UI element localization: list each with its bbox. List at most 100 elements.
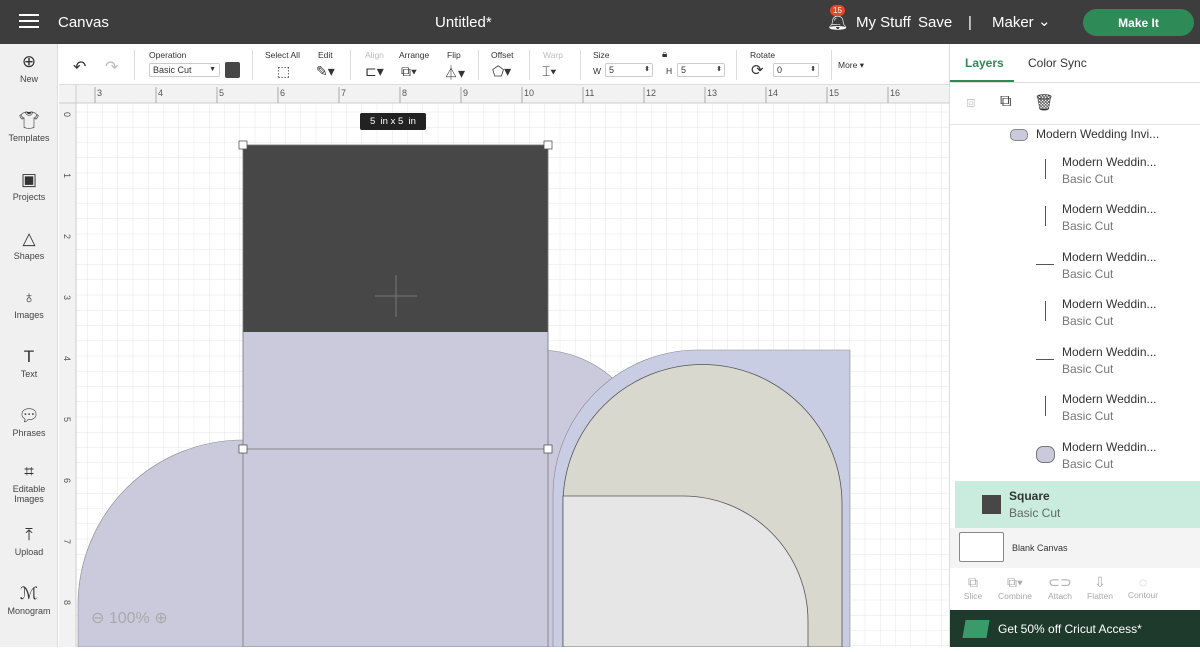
- contour-icon: ◌: [1138, 574, 1148, 590]
- save-button[interactable]: Save: [918, 14, 952, 31]
- chevron-down-icon[interactable]: ⌄: [1038, 12, 1051, 30]
- ruler-x-label: 8: [402, 88, 407, 98]
- sidebar-item-monogram[interactable]: ℳ Monogram: [0, 584, 58, 616]
- divider: [350, 50, 351, 80]
- document-title[interactable]: Untitled*: [435, 14, 492, 31]
- flip-icon[interactable]: ⏃▾: [444, 63, 465, 83]
- sidebar-item-images[interactable]: ♁ Images: [0, 288, 58, 320]
- shirt-icon: 👕︎: [18, 111, 40, 130]
- sidebar-label: Templates: [8, 133, 50, 143]
- pencil-icon[interactable]: ✎▾: [316, 63, 335, 80]
- layer-item[interactable]: Modern Weddin... Basic Cut: [950, 196, 1200, 243]
- plus-circle-icon: ⊕: [21, 52, 37, 71]
- select-all-icon[interactable]: ⬚: [277, 63, 290, 80]
- sidebar-label: Projects: [12, 192, 46, 202]
- sidebar-item-new[interactable]: ⊕ New: [0, 52, 58, 84]
- layer-operation: Basic Cut: [1062, 172, 1114, 186]
- zoom-out-icon[interactable]: ⊖: [91, 610, 104, 627]
- height-input[interactable]: 5 ⬍: [677, 63, 725, 77]
- warp-label: Warp: [543, 50, 563, 60]
- sidebar-label: Images: [14, 310, 44, 320]
- lock-icon[interactable]: 🔒︎: [662, 49, 667, 60]
- height-label: H: [666, 66, 673, 76]
- layer-item[interactable]: Modern Weddin... Basic Cut: [950, 434, 1200, 481]
- layer-group[interactable]: Modern Wedding Invi...: [1036, 127, 1159, 141]
- sidebar-label: Monogram: [7, 606, 51, 616]
- canvas-svg[interactable]: 3 4 5 6 7 8 9 10 11 12 13 14 15 16 012345678: [59, 85, 949, 648]
- warp-icon[interactable]: ⌶▾: [542, 63, 556, 80]
- combine-button[interactable]: ⧉▾ Combine: [995, 574, 1035, 601]
- layer-operation: Basic Cut: [1062, 362, 1114, 376]
- design-canvas[interactable]: 3 4 5 6 7 8 9 10 11 12 13 14 15 16 012345678 5 in x 5…: [59, 85, 949, 648]
- ruler-x-label: 9: [463, 88, 468, 98]
- layer-operation: Basic Cut: [1062, 219, 1114, 233]
- width-input[interactable]: 5 ⬍: [605, 63, 653, 77]
- sidebar-item-upload[interactable]: ⤒ Upload: [0, 525, 58, 557]
- layer-item-selected[interactable]: Square Basic Cut: [955, 481, 1200, 528]
- sidebar-item-templates[interactable]: 👕︎ Templates: [0, 111, 58, 143]
- cricut-access-promo[interactable]: Get 50% off Cricut Access*: [950, 610, 1200, 647]
- sidebar-item-text[interactable]: T Text: [0, 347, 58, 379]
- bulb-icon: ♁: [22, 288, 36, 307]
- sidebar-item-shapes[interactable]: △ Shapes: [0, 229, 58, 261]
- hamburger-icon[interactable]: [19, 14, 39, 28]
- app-name: Canvas: [58, 14, 109, 31]
- divider: [736, 50, 737, 80]
- redo-icon[interactable]: ↷: [105, 57, 118, 77]
- trash-icon[interactable]: 🗑︎: [1034, 93, 1054, 113]
- sidebar-item-phrases[interactable]: 💬︎ Phrases: [0, 406, 58, 438]
- ruler-x-label: 16: [890, 88, 900, 98]
- sidebar-item-editable-images[interactable]: ⌗ Editable Images: [0, 462, 58, 504]
- projects-icon: ▣: [20, 170, 38, 189]
- layer-operation: Basic Cut: [1062, 409, 1114, 423]
- my-stuff-link[interactable]: My Stuff: [856, 14, 911, 31]
- layer-item[interactable]: Modern Weddin... Basic Cut: [950, 386, 1200, 433]
- align-icon[interactable]: ⊏▾: [365, 63, 384, 80]
- operation-select[interactable]: Basic Cut ▼: [149, 63, 220, 77]
- ruler-x-label: 4: [158, 88, 163, 98]
- rotate-icon[interactable]: ⟳: [751, 61, 764, 79]
- ruler-x-label: 12: [646, 88, 656, 98]
- machine-select[interactable]: Maker: [992, 14, 1034, 31]
- speech-icon: 💬︎: [18, 406, 40, 425]
- layer-item[interactable]: Modern Weddin... Basic Cut: [950, 291, 1200, 338]
- width-value: 5: [609, 65, 615, 75]
- flatten-icon: ⇩: [1094, 574, 1106, 590]
- sidebar-item-projects[interactable]: ▣ Projects: [0, 170, 58, 202]
- ruler-left: [59, 85, 76, 647]
- tab-color-sync[interactable]: Color Sync: [1028, 56, 1087, 70]
- slice-button[interactable]: ⧉ Slice: [953, 574, 993, 601]
- attach-button[interactable]: ⊂⊃ Attach: [1040, 574, 1080, 601]
- notification-badge: 15: [830, 5, 845, 16]
- group-icon[interactable]: ⧈: [966, 94, 976, 111]
- offset-icon[interactable]: ⬠▾: [492, 63, 511, 80]
- blank-canvas-row[interactable]: Blank Canvas: [950, 528, 1200, 568]
- ruler-x-label: 15: [829, 88, 839, 98]
- edit-toolbar: ↶ ↷ Operation Basic Cut ▼ Select All ⬚ Ed…: [59, 44, 949, 85]
- divider: |: [968, 14, 972, 31]
- layer-name: Modern Weddin...: [1062, 250, 1157, 264]
- edit-label: Edit: [318, 50, 333, 60]
- more-button[interactable]: More ▾: [838, 60, 864, 71]
- make-it-button[interactable]: Make It: [1083, 9, 1194, 36]
- layer-item[interactable]: Modern Weddin... Basic Cut: [950, 149, 1200, 196]
- fill-color-swatch[interactable]: [225, 62, 240, 78]
- duplicate-icon[interactable]: ⧉: [1000, 93, 1011, 111]
- layer-name: Square: [1009, 489, 1050, 503]
- layer-item[interactable]: Modern Weddin... Basic Cut: [950, 339, 1200, 386]
- arrange-icon[interactable]: ⧉▾: [401, 63, 417, 80]
- flatten-button[interactable]: ⇩ Flatten: [1080, 574, 1120, 601]
- rotate-input[interactable]: 0 ⬍: [773, 63, 819, 77]
- undo-icon[interactable]: ↶: [73, 57, 86, 77]
- blank-canvas-thumbnail: [959, 532, 1004, 562]
- combine-icon: ⧉▾: [1007, 574, 1023, 590]
- tab-layers[interactable]: Layers: [965, 56, 1004, 70]
- zoom-in-icon[interactable]: ⊕: [154, 610, 167, 627]
- operation-value: Basic Cut: [153, 65, 192, 75]
- divider: [580, 50, 581, 80]
- divider: [831, 50, 832, 80]
- contour-button[interactable]: ◌ Contour: [1123, 574, 1163, 600]
- layers-list: Modern Wedding Invi... Modern Weddin... B…: [950, 125, 1200, 530]
- upload-icon: ⤒: [25, 525, 33, 544]
- layer-item[interactable]: Modern Weddin... Basic Cut: [950, 244, 1200, 291]
